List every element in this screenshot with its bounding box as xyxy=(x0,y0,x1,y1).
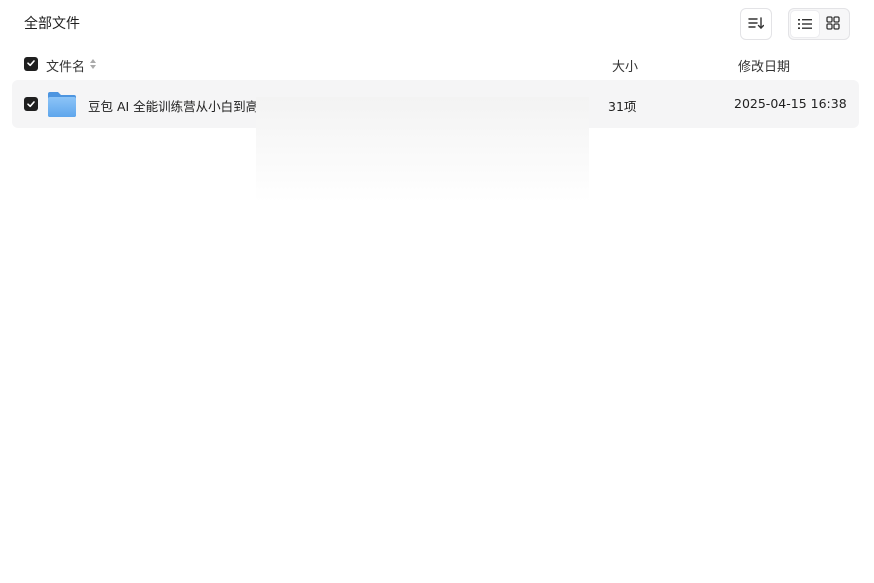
sort-button[interactable] xyxy=(740,8,772,40)
grid-view-icon xyxy=(826,15,840,34)
list-view-icon xyxy=(798,15,812,34)
row-checkbox[interactable] xyxy=(24,97,38,111)
grid-view-button[interactable] xyxy=(819,11,847,37)
table-header: 文件名 大小 修改日期 xyxy=(12,50,859,78)
check-icon xyxy=(26,57,36,72)
column-name-header[interactable]: 文件名 xyxy=(46,56,97,75)
file-size: 31项 xyxy=(608,99,637,114)
toolbar xyxy=(740,8,850,40)
breadcrumb[interactable]: 全部文件 xyxy=(24,15,80,33)
check-icon xyxy=(26,97,36,112)
loading-overlay xyxy=(256,97,589,202)
view-switch xyxy=(788,8,850,40)
file-name[interactable]: 豆包 AI 全能训练营从小白到高手 xyxy=(88,96,271,115)
file-manager-page: 全部文件 文件名 大小 修改日期 豆包 AI 全能训练营从小白到高手 31项 2… xyxy=(0,0,874,583)
file-modified-date: 2025-04-15 16:38 xyxy=(734,96,847,111)
column-date-header[interactable]: 修改日期 xyxy=(738,56,790,75)
select-all-checkbox[interactable] xyxy=(24,57,38,71)
list-view-button[interactable] xyxy=(791,11,819,37)
sort-icon xyxy=(748,15,765,34)
column-size-header[interactable]: 大小 xyxy=(612,56,638,75)
sort-toggle-icon[interactable] xyxy=(89,58,97,74)
column-name-label: 文件名 xyxy=(46,60,86,75)
folder-icon xyxy=(47,90,77,118)
